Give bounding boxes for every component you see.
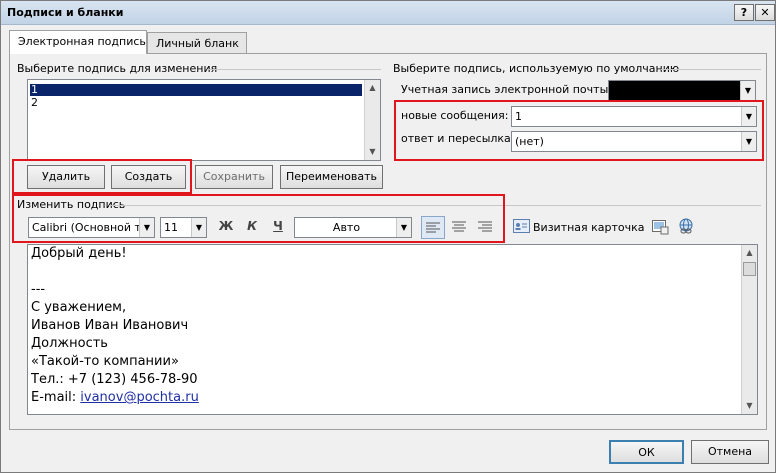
scroll-down-icon[interactable]: ▼ xyxy=(365,144,380,160)
signature-line: Иванов Иван Иванович xyxy=(31,318,189,333)
tab-personal-stationery[interactable]: Личный бланк xyxy=(147,32,247,54)
group-divider xyxy=(661,69,761,70)
chevron-down-icon[interactable]: ▼ xyxy=(740,81,755,100)
rename-button[interactable]: Переименовать xyxy=(280,165,383,189)
highlight-frame xyxy=(12,194,505,243)
signature-line: Должность xyxy=(31,336,108,351)
highlight-frame xyxy=(394,100,764,161)
group-divider xyxy=(207,69,381,70)
tab-email-signature[interactable]: Электронная подпись xyxy=(9,30,147,54)
select-signature-label: Выберите подпись для изменения xyxy=(17,62,218,75)
signature-line: Добрый день! xyxy=(31,246,127,261)
scroll-up-icon[interactable]: ▲ xyxy=(742,245,757,261)
signature-email-line: E-mail: ivanov@pochta.ru xyxy=(31,390,199,405)
email-link[interactable]: ivanov@pochta.ru xyxy=(80,390,199,405)
scroll-down-icon[interactable]: ▼ xyxy=(742,398,757,414)
signature-list[interactable]: 1 2 ▲ ▼ xyxy=(27,79,381,161)
email-label: E-mail: xyxy=(31,390,81,405)
window-title: Подписи и бланки xyxy=(7,6,124,19)
default-signature-label: Выберите подпись, используемую по умолча… xyxy=(393,62,680,75)
scroll-thumb[interactable] xyxy=(743,262,756,276)
account-label: Учетная запись электронной почты: xyxy=(401,83,612,96)
signature-line: С уважением, xyxy=(31,300,127,315)
cancel-button[interactable]: Отмена xyxy=(691,440,769,464)
highlight-frame xyxy=(12,159,192,194)
close-button[interactable]: ✕ xyxy=(755,4,775,21)
hyperlink-icon[interactable] xyxy=(677,218,695,235)
editor-scrollbar[interactable]: ▲ ▼ xyxy=(741,245,757,414)
scroll-up-icon[interactable]: ▲ xyxy=(365,80,380,96)
insert-picture-icon[interactable] xyxy=(651,218,669,235)
signature-editor[interactable]: Добрый день! --- С уважением, Иванов Ива… xyxy=(27,244,758,415)
signature-line: --- xyxy=(31,282,46,297)
list-item[interactable]: 2 xyxy=(30,97,362,109)
business-card-button[interactable]: Визитная карточка xyxy=(533,221,645,234)
signatures-dialog: Подписи и бланки ? ✕ Электронная подпись… xyxy=(0,0,776,473)
account-select[interactable]: ▼ xyxy=(608,80,756,101)
help-button[interactable]: ? xyxy=(734,4,754,21)
list-scrollbar[interactable]: ▲ ▼ xyxy=(364,80,380,160)
signature-line: «Такой-то компании» xyxy=(31,354,179,369)
ok-button[interactable]: ОК xyxy=(609,440,684,464)
title-bar: Подписи и бланки ? ✕ xyxy=(1,1,775,25)
signature-line: Тел.: +7 (123) 456-78-90 xyxy=(31,372,198,387)
list-item[interactable]: 1 xyxy=(30,84,362,96)
business-card-icon xyxy=(513,219,530,233)
save-button[interactable]: Сохранить xyxy=(195,165,273,189)
